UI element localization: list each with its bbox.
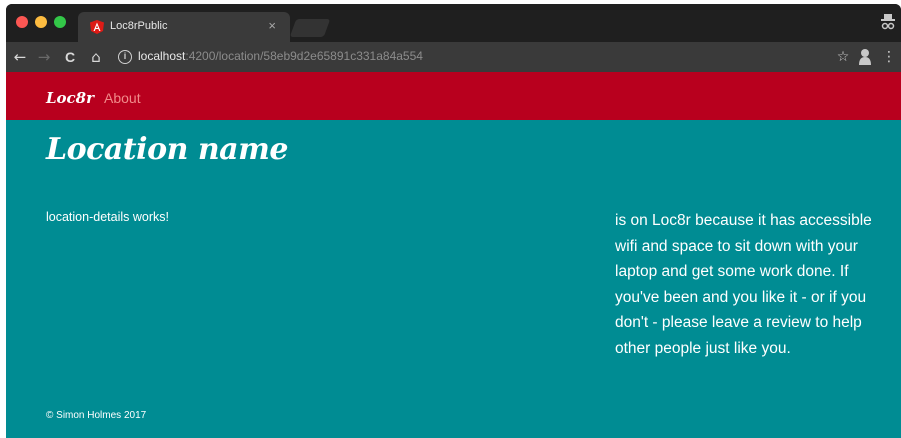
minimize-window-button[interactable] [35, 16, 47, 28]
angular-icon [90, 20, 104, 34]
browser-toolbar: ← → C ⌂ i localhost:4200/location/58eb9d… [6, 42, 901, 72]
address-bar[interactable]: i localhost:4200/location/58eb9d2e65891c… [114, 46, 830, 68]
site-navbar: Loc8r About [6, 72, 901, 120]
extension-icon[interactable] [858, 48, 872, 66]
close-window-button[interactable] [16, 16, 28, 28]
reload-icon[interactable]: C [60, 47, 80, 67]
sidebar-description: is on Loc8r because it has accessible wi… [615, 212, 872, 357]
menu-kebab-icon[interactable]: ⋮ [880, 47, 898, 67]
new-tab-button[interactable] [289, 19, 331, 37]
brand-logo[interactable]: Loc8r [46, 89, 94, 107]
home-icon[interactable]: ⌂ [86, 47, 106, 67]
back-arrow-icon[interactable]: ← [10, 47, 30, 67]
url-text[interactable]: localhost:4200/location/58eb9d2e65891c33… [138, 49, 423, 63]
tab-close-icon[interactable]: × [268, 18, 276, 33]
tab-title: Loc8rPublic [110, 20, 168, 32]
location-details-text: location-details works! [46, 210, 169, 224]
maximize-window-button[interactable] [54, 16, 66, 28]
tab-loc8rpublic[interactable]: Loc8rPublic × [78, 12, 290, 42]
incognito-icon[interactable] [881, 13, 895, 31]
page-title: Location name [46, 132, 288, 167]
forward-arrow-icon[interactable]: → [34, 47, 54, 67]
web-page: Loc8r About Location name location-detai… [6, 72, 901, 438]
url-path: :4200/location/58eb9d2e65891c331a84a554 [185, 49, 423, 63]
info-icon[interactable]: i [118, 50, 132, 64]
tab-strip: Loc8rPublic × [6, 4, 901, 42]
url-host: localhost [138, 49, 186, 63]
bookmark-star-icon[interactable]: ☆ [834, 47, 852, 67]
nav-link-about[interactable]: About [104, 90, 141, 106]
footer-copyright: © Simon Holmes 2017 [46, 410, 147, 421]
browser-window: Loc8rPublic × ← → C ⌂ i localhost:4200/l… [6, 4, 901, 438]
